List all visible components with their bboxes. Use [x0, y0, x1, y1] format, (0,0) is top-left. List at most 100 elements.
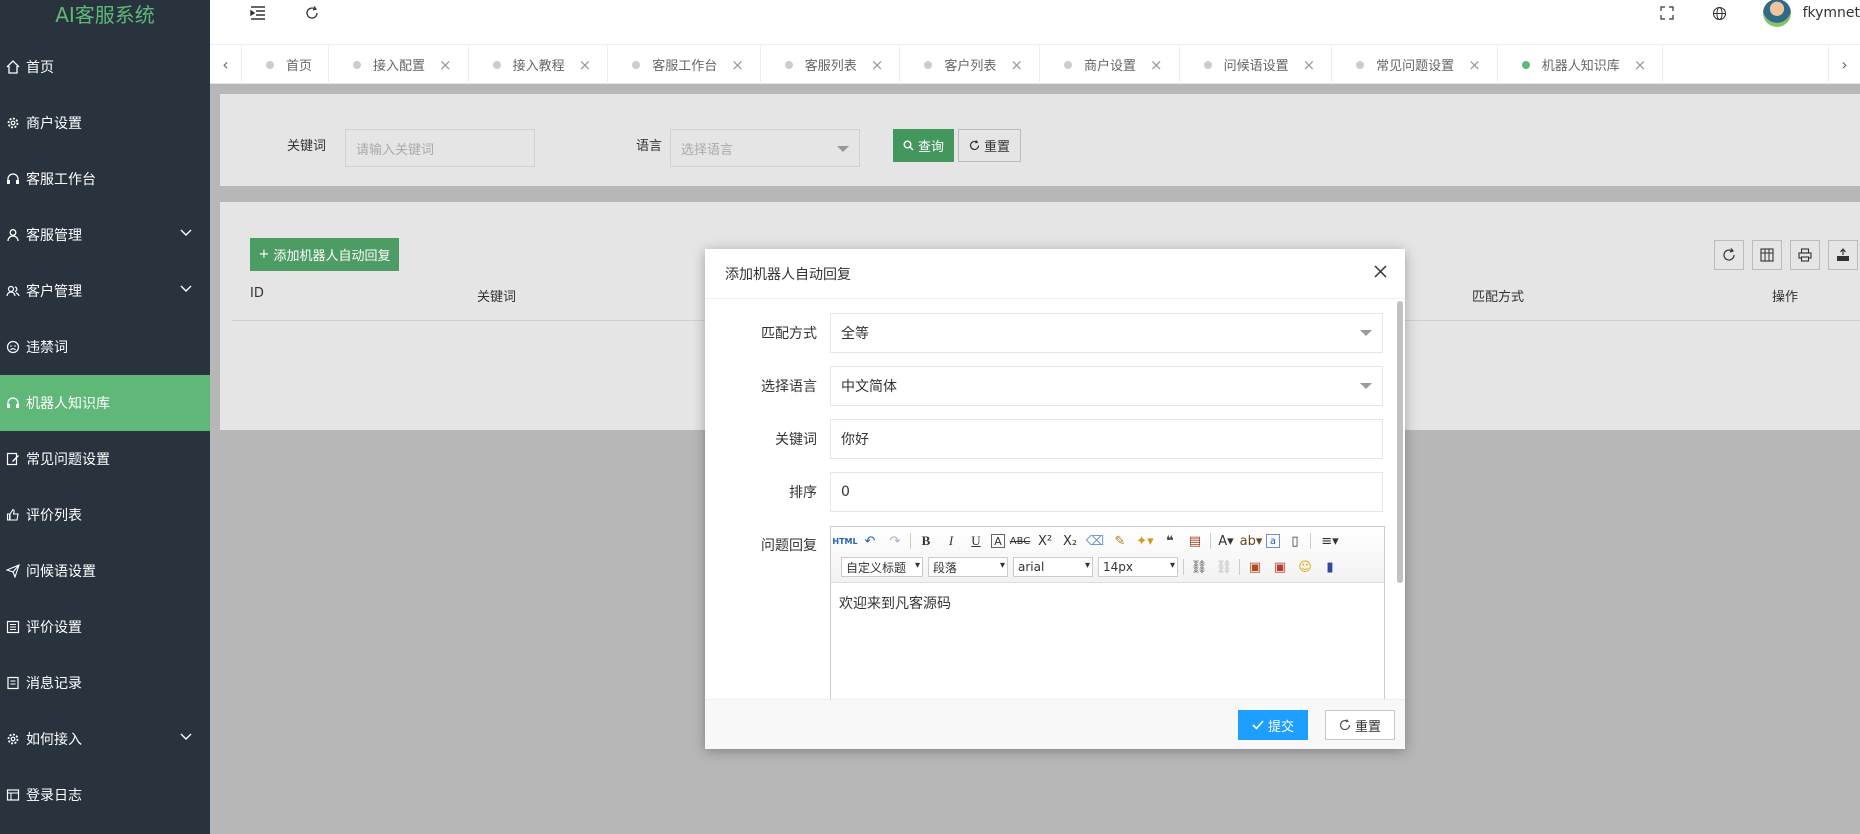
check-icon [1252, 720, 1264, 730]
line-height-icon[interactable]: ≡▾ [1316, 531, 1344, 551]
close-icon[interactable]: × [871, 56, 884, 74]
tab-faq-settings[interactable]: 常见问题设置 × [1332, 45, 1498, 84]
sidebar-item-greeting-settings[interactable]: 问候语设置 [0, 543, 210, 599]
close-icon[interactable]: × [439, 56, 452, 74]
order-field-input[interactable]: 0 [830, 472, 1383, 512]
multi-image-icon[interactable]: ▣ [1270, 557, 1290, 577]
dialog-scrollbar[interactable] [1397, 301, 1403, 583]
bold-icon[interactable]: B [916, 531, 936, 551]
sidebar-item-home[interactable]: 首页 [0, 39, 210, 95]
highlight-color-icon[interactable]: ab▾ [1240, 531, 1263, 551]
tab-robot-knowledge[interactable]: 机器人知识库 × [1498, 45, 1664, 84]
tab-service-list[interactable]: 客服列表 × [761, 45, 901, 84]
keyword-search-input[interactable]: 请输入关键词 [345, 129, 535, 167]
clear-doc-icon[interactable]: ▯ [1285, 531, 1305, 551]
paragraph-select[interactable]: 段落 [928, 557, 1008, 577]
language-select[interactable]: 选择语言 [670, 129, 860, 167]
html-source-button[interactable]: HTML [832, 531, 857, 551]
close-icon[interactable]: × [731, 56, 744, 74]
font-size-select[interactable]: 14px [1098, 557, 1178, 577]
paragraph-value: 段落 [933, 560, 958, 575]
redo-icon[interactable]: ↷ [885, 531, 905, 551]
match-type-select[interactable]: 全等 [830, 313, 1383, 353]
sidebar-item-customer-management[interactable]: 客户管理 [0, 263, 210, 319]
editor-content[interactable]: 欢迎来到凡客源码 [831, 583, 1384, 623]
select-all-icon[interactable]: a [1266, 534, 1280, 548]
sidebar-item-review-settings[interactable]: 评价设置 [0, 599, 210, 655]
underline-icon[interactable]: U [966, 531, 986, 551]
emoji-icon[interactable]: ☺ [1295, 557, 1315, 577]
strikethrough-icon[interactable]: ABC [1010, 531, 1031, 551]
close-icon[interactable] [1374, 265, 1387, 278]
close-icon[interactable]: × [1303, 56, 1316, 74]
column-header-id: ID [250, 286, 264, 301]
sidebar-item-label: 客服工作台 [26, 172, 96, 188]
eraser-icon[interactable]: ⌫ [1085, 531, 1105, 551]
video-icon[interactable]: ▮ [1320, 557, 1340, 577]
blockquote-icon[interactable]: ❝ [1160, 531, 1180, 551]
table-columns-button[interactable] [1752, 240, 1782, 270]
sidebar-item-login-log[interactable]: 登录日志 [0, 767, 210, 823]
sidebar-item-message-records[interactable]: 消息记录 [0, 655, 210, 711]
close-icon[interactable]: × [579, 56, 592, 74]
sidebar-item-service-workbench[interactable]: 客服工作台 [0, 151, 210, 207]
subscript-icon[interactable]: X₂ [1060, 531, 1080, 551]
tab-dot [353, 60, 362, 69]
link-icon[interactable]: ⛓ [1189, 557, 1209, 577]
image-icon[interactable]: ▣ [1245, 557, 1265, 577]
tab-service-workbench[interactable]: 客服工作台 × [608, 45, 761, 84]
magic-wand-icon[interactable]: ✦▾ [1135, 531, 1155, 551]
sidebar-item-banned-words[interactable]: 违禁词 [0, 319, 210, 375]
sidebar-item-label: 常见问题设置 [26, 452, 110, 468]
add-auto-reply-button[interactable]: + 添加机器人自动回复 [250, 238, 399, 271]
font-color-icon[interactable]: A▾ [1216, 531, 1236, 551]
tab-merchant-settings[interactable]: 商户设置 × [1040, 45, 1180, 84]
superscript-icon[interactable]: X² [1035, 531, 1055, 551]
format-brush-icon[interactable]: ✎ [1110, 531, 1130, 551]
paste-plain-icon[interactable]: ▤ [1185, 531, 1205, 551]
tab-access-config[interactable]: 接入配置 × [329, 45, 469, 84]
tab-label: 常见问题设置 [1376, 59, 1455, 74]
menu-collapse-icon[interactable] [250, 0, 266, 26]
sidebar-item-merchant-settings[interactable]: 商户设置 [0, 95, 210, 151]
sidebar-item-how-to-connect[interactable]: 如何接入 [0, 711, 210, 767]
keyword-field-input[interactable]: 你好 [830, 419, 1383, 459]
username: fkymnet [1802, 5, 1860, 21]
undo-icon[interactable]: ↶ [860, 531, 880, 551]
close-icon[interactable]: × [1634, 56, 1647, 74]
refresh-icon[interactable] [305, 0, 319, 26]
tab-customer-list[interactable]: 客户列表 × [900, 45, 1040, 84]
close-icon[interactable]: × [1468, 56, 1481, 74]
fullscreen-icon[interactable] [1660, 0, 1674, 26]
table-export-button[interactable] [1828, 240, 1858, 270]
globe-icon[interactable] [1712, 0, 1727, 26]
sidebar-item-service-management[interactable]: 客服管理 [0, 207, 210, 263]
sidebar-item-robot-knowledge[interactable]: 机器人知识库 [0, 375, 210, 431]
unlink-icon[interactable]: ⛓ [1214, 557, 1234, 577]
custom-heading-select[interactable]: 自定义标题 [841, 557, 923, 577]
table-refresh-button[interactable] [1714, 240, 1744, 270]
sidebar-item-faq-settings[interactable]: 常见问题设置 [0, 431, 210, 487]
italic-icon[interactable]: I [941, 531, 961, 551]
dialog-reset-button[interactable]: 重置 [1325, 710, 1395, 740]
tab-greeting-settings[interactable]: 问候语设置 × [1180, 45, 1333, 84]
user-menu[interactable]: fkymnet [1762, 0, 1860, 27]
thumb-icon [0, 508, 26, 522]
tab-home[interactable]: 首页 [242, 45, 330, 84]
sidebar-item-label: 首页 [26, 60, 54, 76]
table-print-button[interactable] [1790, 240, 1820, 270]
search-reset-button[interactable]: 重置 [958, 129, 1021, 162]
close-icon[interactable]: × [1010, 56, 1023, 74]
font-border-icon[interactable]: A [991, 534, 1005, 548]
tab-label: 客户列表 [944, 59, 997, 74]
close-icon[interactable]: × [1150, 56, 1163, 74]
tab-access-tutorial[interactable]: 接入教程 × [469, 45, 609, 84]
sidebar-item-review-list[interactable]: 评价列表 [0, 487, 210, 543]
query-button[interactable]: 查询 [893, 129, 954, 162]
tab-label: 机器人知识库 [1541, 59, 1620, 74]
font-family-select[interactable]: arial [1013, 557, 1093, 577]
tab-scroll-left-button[interactable]: ‹ [210, 45, 242, 84]
tab-scroll-right-button[interactable]: › [1828, 45, 1860, 84]
language-field-select[interactable]: 中文简体 [830, 366, 1383, 406]
submit-button[interactable]: 提交 [1238, 710, 1308, 740]
